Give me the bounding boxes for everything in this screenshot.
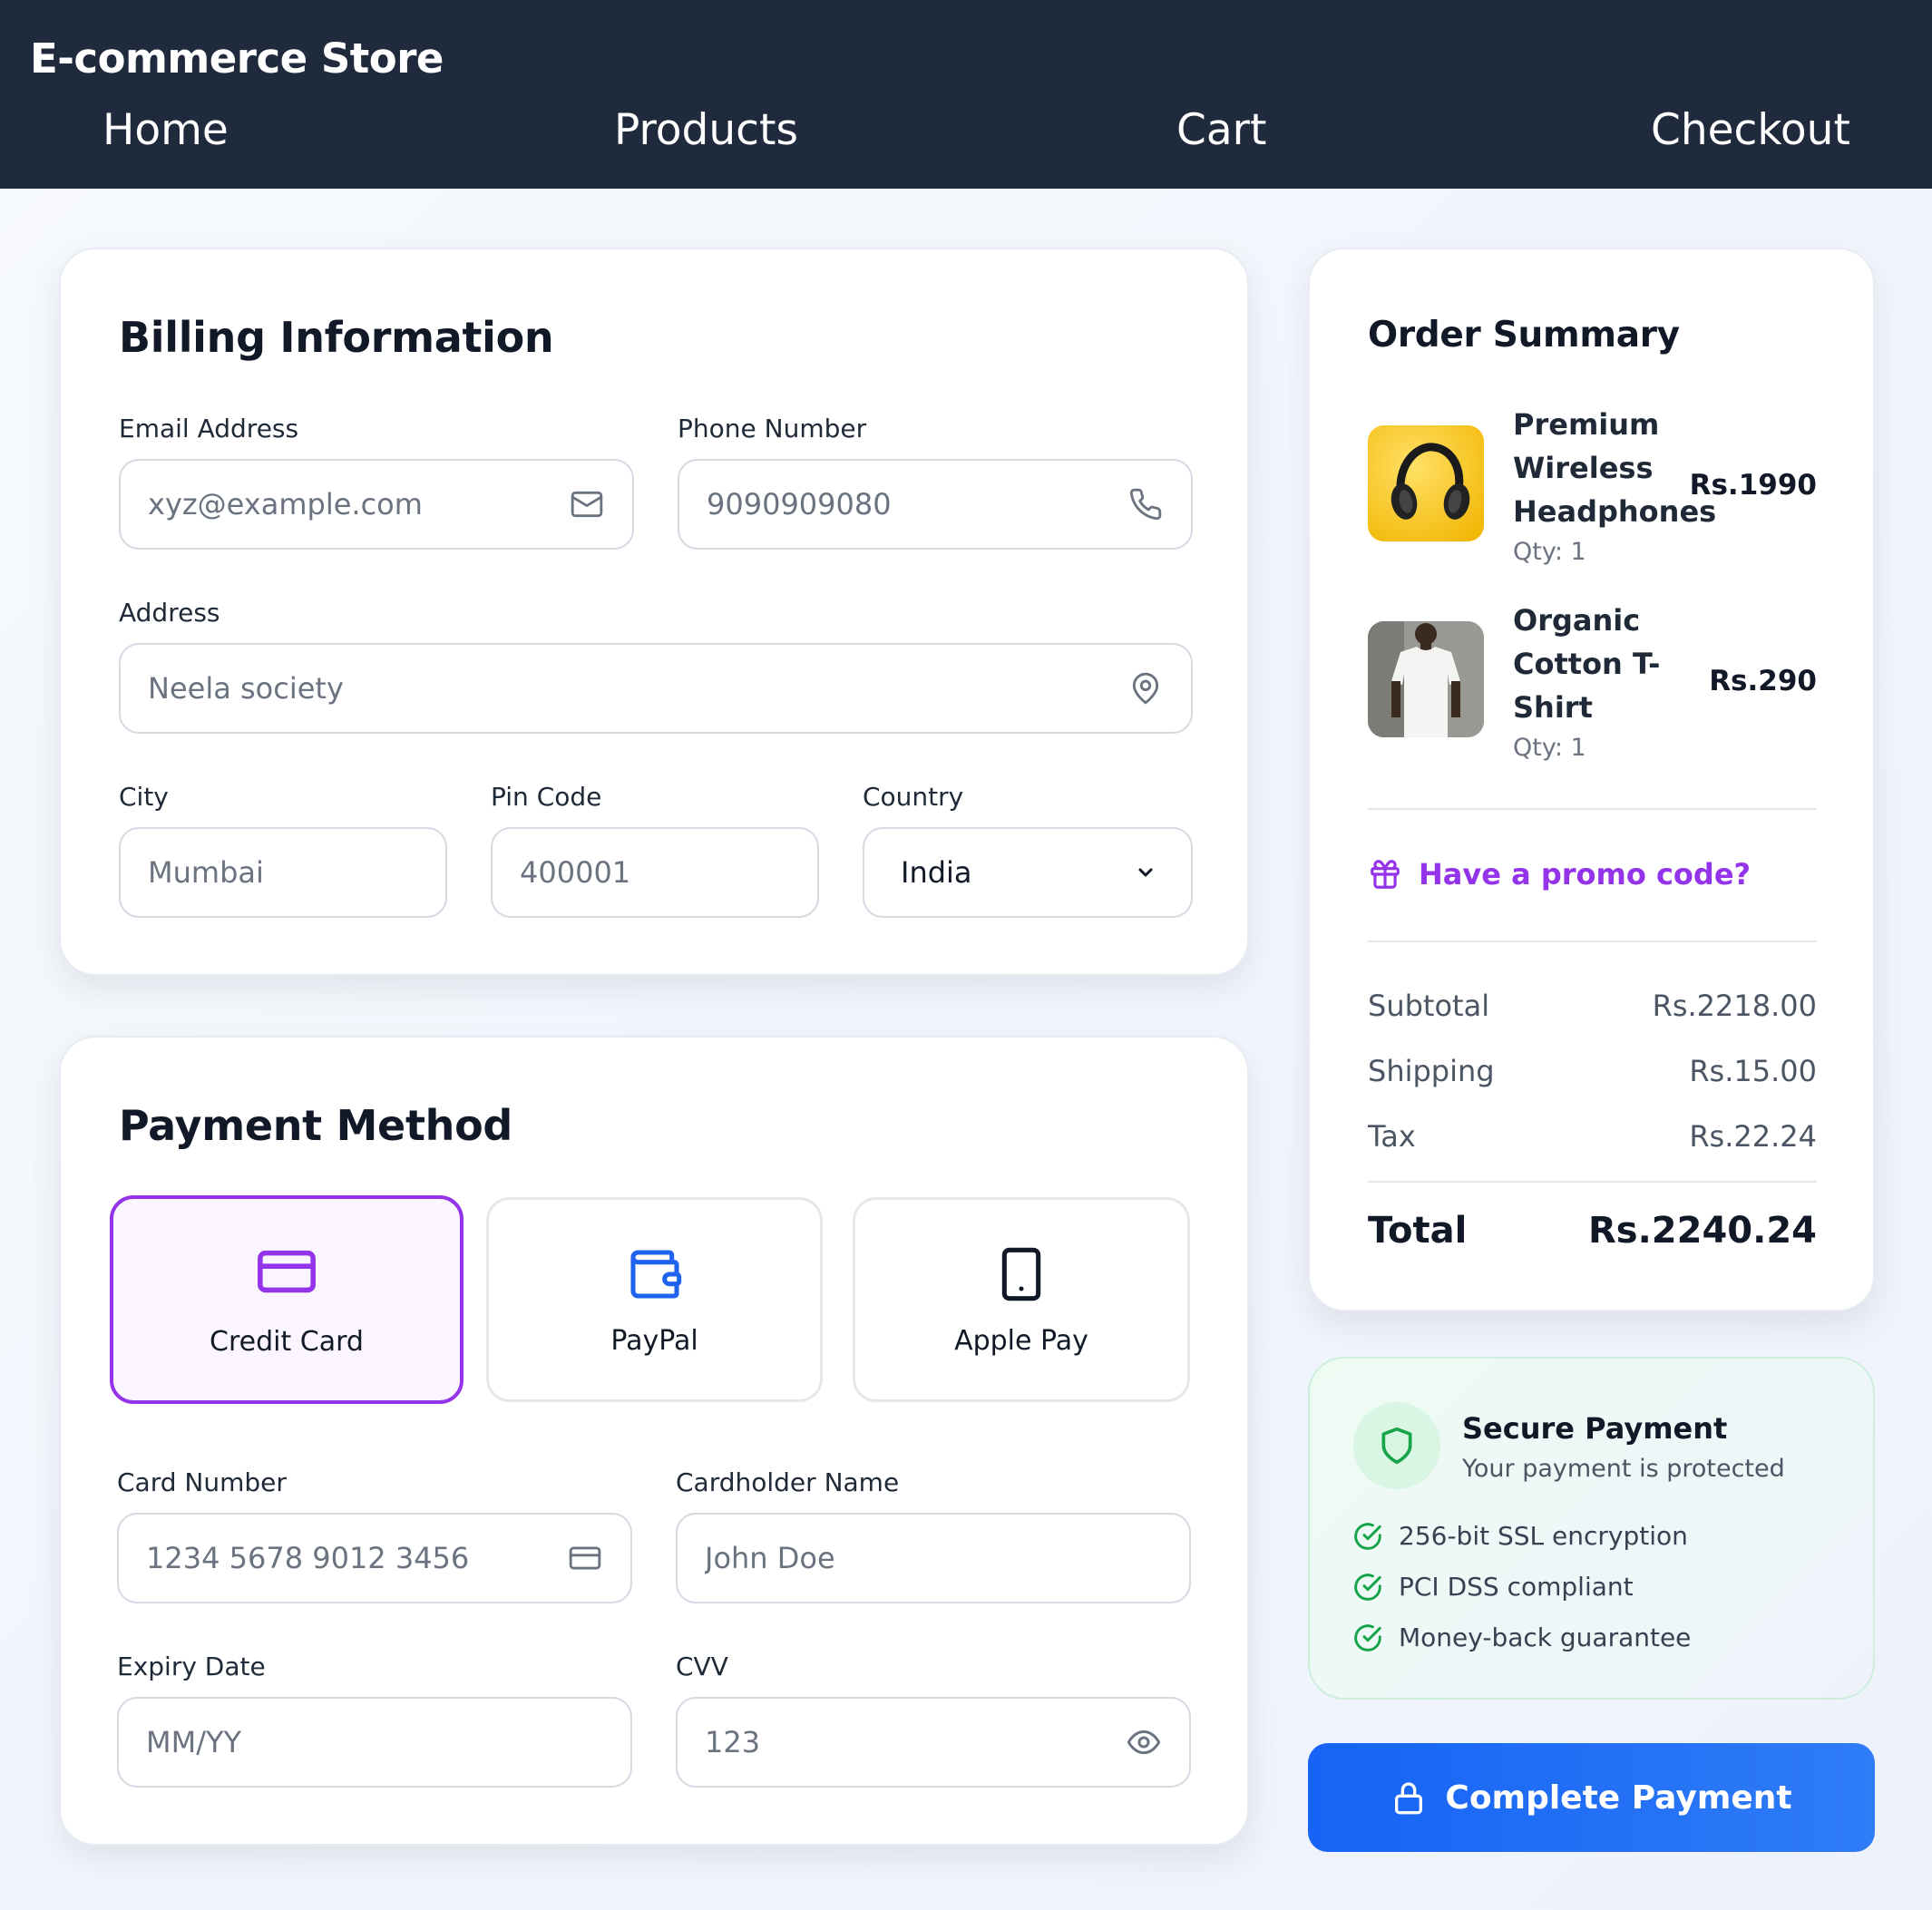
cardholder-field[interactable]: John Doe: [676, 1513, 1191, 1603]
feature-item: PCI DSS compliant: [1353, 1572, 1634, 1602]
pin-code-field[interactable]: 400001: [491, 827, 819, 918]
check-circle-icon: [1354, 1623, 1381, 1652]
smartphone-icon: [992, 1245, 1050, 1307]
city-label: City: [119, 782, 169, 812]
brand-logo-text[interactable]: E-commerce Store: [30, 34, 444, 83]
feature-item: 256-bit SSL encryption: [1353, 1521, 1688, 1551]
phone-field[interactable]: 9090909080: [678, 459, 1193, 550]
cvv-placeholder: 123: [705, 1725, 761, 1759]
mail-icon: [569, 486, 605, 522]
payment-method-credit-card[interactable]: Credit Card: [110, 1195, 463, 1404]
item-price-tshirt: Rs.290: [1709, 665, 1817, 697]
complete-payment-label: Complete Payment: [1445, 1778, 1792, 1817]
address-field[interactable]: Neela society: [119, 643, 1193, 734]
phone-label: Phone Number: [678, 414, 867, 443]
expiry-label: Expiry Date: [117, 1652, 266, 1681]
headphones-icon: [1368, 425, 1484, 541]
divider: [1368, 1181, 1817, 1183]
divider: [1368, 940, 1817, 942]
feature-item: Money-back guarantee: [1353, 1623, 1691, 1652]
check-circle-icon: [1354, 1522, 1381, 1550]
apple-pay-label: Apple Pay: [954, 1325, 1088, 1357]
payment-method-paypal[interactable]: PayPal: [486, 1197, 823, 1402]
phone-placeholder: 9090909080: [707, 487, 892, 521]
promo-code-text: Have a promo code?: [1419, 857, 1751, 892]
country-select[interactable]: India: [863, 827, 1193, 918]
item-qty-tshirt: Qty: 1: [1513, 734, 1586, 762]
tax-value: Rs.22.24: [1689, 1119, 1817, 1154]
secure-title: Secure Payment: [1462, 1411, 1728, 1446]
billing-title: Billing Information: [119, 313, 554, 362]
pin-code-label: Pin Code: [491, 782, 602, 812]
nav-checkout[interactable]: Checkout: [1651, 105, 1850, 155]
card-number-placeholder: 1234 5678 9012 3456: [146, 1541, 470, 1575]
map-pin-icon: [1127, 670, 1164, 707]
expiry-field[interactable]: MM/YY: [117, 1697, 632, 1788]
check-circle-icon: [1354, 1573, 1381, 1601]
secure-subtitle: Your payment is protected: [1462, 1455, 1785, 1483]
payment-method-apple-pay[interactable]: Apple Pay: [853, 1197, 1190, 1402]
chevron-down-icon: [1127, 854, 1164, 891]
email-field[interactable]: xyz@example.com: [119, 459, 634, 550]
city-placeholder: Mumbai: [148, 855, 264, 890]
eye-icon[interactable]: [1126, 1724, 1162, 1760]
credit-card-label: Credit Card: [210, 1326, 364, 1358]
order-summary-title: Order Summary: [1368, 315, 1680, 356]
credit-card-icon: [567, 1540, 603, 1576]
pin-code-placeholder: 400001: [520, 855, 631, 890]
card-number-field[interactable]: 1234 5678 9012 3456: [117, 1513, 632, 1603]
item-name-tshirt: Organic Cotton T- Shirt: [1513, 603, 1661, 725]
email-label: Email Address: [119, 414, 299, 443]
order-summary-card: Order Summary Premium Wireless Headphone…: [1308, 248, 1875, 1311]
item-name-headphones: Premium Wireless Headphones: [1513, 407, 1717, 529]
shipping-value: Rs.15.00: [1689, 1054, 1817, 1088]
credit-card-icon: [255, 1244, 318, 1302]
nav-home[interactable]: Home: [102, 105, 229, 155]
cvv-field[interactable]: 123: [676, 1697, 1191, 1788]
card-number-label: Card Number: [117, 1467, 287, 1497]
wallet-icon: [626, 1245, 684, 1307]
nav-products[interactable]: Products: [614, 105, 798, 155]
address-label: Address: [119, 598, 220, 628]
secure-payment-card: Secure Payment Your payment is protected…: [1308, 1357, 1875, 1700]
cvv-label: CVV: [676, 1652, 728, 1681]
subtotal-label: Subtotal: [1368, 989, 1490, 1023]
payment-title: Payment Method: [119, 1101, 513, 1150]
country-value: India: [901, 855, 972, 890]
cardholder-label: Cardholder Name: [676, 1467, 900, 1497]
email-placeholder: xyz@example.com: [148, 487, 423, 521]
country-label: Country: [863, 782, 964, 812]
lock-icon: [1395, 1782, 1423, 1815]
shipping-label: Shipping: [1368, 1054, 1495, 1088]
tshirt-icon: [1368, 621, 1484, 737]
top-navbar: E-commerce Store Home Products Cart Chec…: [0, 0, 1932, 189]
subtotal-value: Rs.2218.00: [1652, 989, 1817, 1023]
billing-card: Billing Information Email Address xyz@ex…: [59, 248, 1249, 976]
paypal-label: PayPal: [610, 1325, 698, 1357]
shield-badge: [1353, 1402, 1440, 1489]
headphones-image: [1368, 425, 1484, 541]
address-placeholder: Neela society: [148, 671, 344, 706]
cardholder-placeholder: John Doe: [705, 1541, 835, 1575]
gift-icon: [1368, 857, 1402, 892]
item-qty-headphones: Qty: 1: [1513, 538, 1586, 566]
city-field[interactable]: Mumbai: [119, 827, 447, 918]
total-label: Total: [1368, 1210, 1468, 1252]
divider: [1368, 808, 1817, 810]
tax-label: Tax: [1368, 1119, 1416, 1154]
shield-icon: [1377, 1426, 1417, 1466]
nav-cart[interactable]: Cart: [1176, 105, 1266, 155]
total-value: Rs.2240.24: [1588, 1210, 1817, 1252]
phone-icon: [1127, 486, 1164, 522]
complete-payment-button[interactable]: Complete Payment: [1308, 1743, 1875, 1852]
expiry-placeholder: MM/YY: [146, 1725, 242, 1759]
promo-code-link[interactable]: Have a promo code?: [1368, 857, 1751, 892]
item-price-headphones: Rs.1990: [1689, 469, 1817, 502]
tshirt-image: [1368, 621, 1484, 737]
